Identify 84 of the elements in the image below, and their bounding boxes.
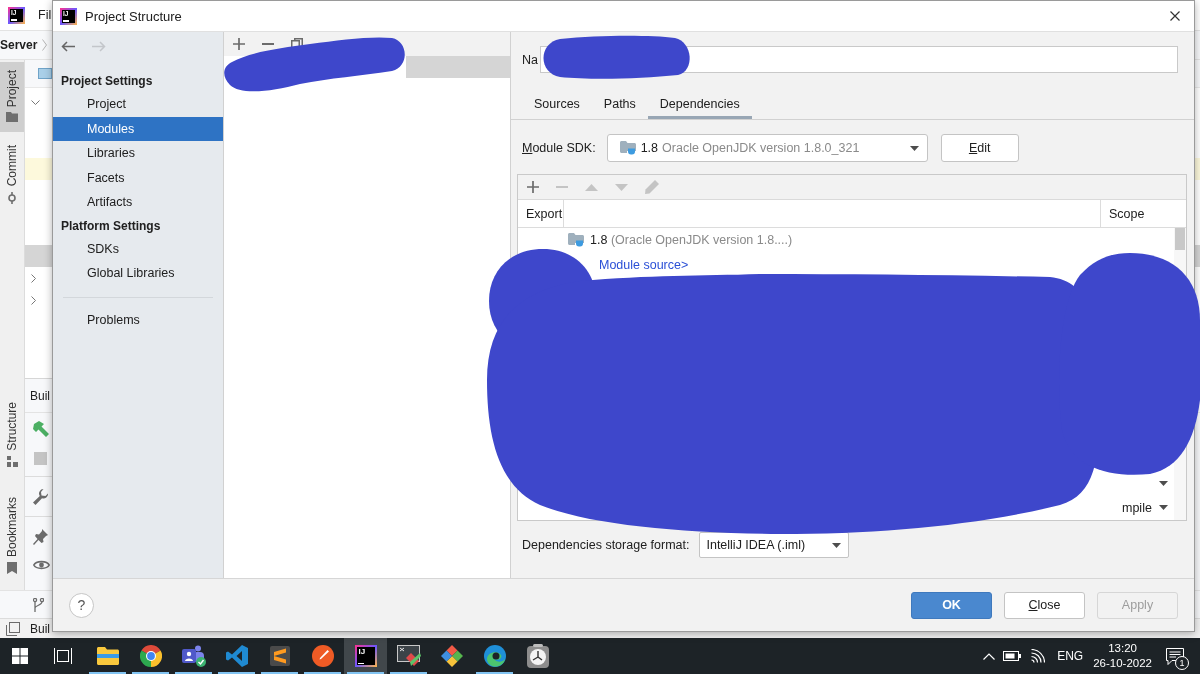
task-view-icon [54,648,72,664]
sidebar-item[interactable]: Project [53,92,223,117]
folder-icon [38,68,52,79]
close-icon[interactable] [1170,11,1180,21]
chevron-down-icon[interactable] [31,99,40,105]
plus-icon[interactable] [233,38,245,50]
scope-value[interactable]: mpile [1122,500,1152,515]
chevron-right-icon [42,39,48,51]
ribbon-icon [225,645,248,667]
eye-icon[interactable] [33,559,50,571]
chevron-right-icon[interactable] [31,273,36,283]
screen-check-icon [396,645,421,667]
date-text[interactable]: 26-10-2022 [1093,656,1152,671]
commit-icon [6,191,18,204]
hammer-icon[interactable] [33,421,49,437]
tab[interactable]: Paths [591,93,648,119]
menu-item[interactable]: Fil [38,8,52,22]
back-arrow-icon[interactable] [61,41,75,52]
section-heading: Project Settings [60,73,154,90]
sidebar-item[interactable]: SDKs [53,236,223,261]
breadcrumb[interactable]: Server [0,38,38,52]
taskbar-button[interactable]: IJ [344,638,387,674]
sdk-dropdown[interactable]: 1.8 Oracle OpenJDK version 1.8.0_321 [606,134,928,162]
caret-down-icon[interactable] [1159,505,1168,511]
segmented-circle-icon [139,645,162,667]
sidebar-item[interactable]: Global Libraries [53,261,223,286]
column-header[interactable]: Export [518,200,564,227]
folder-icon [619,141,636,155]
notification-icon[interactable] [1166,647,1184,665]
language-indicator[interactable]: ENG [1057,649,1084,663]
section-heading: Platform Settings [60,217,162,235]
sidebar-item[interactable]: Modules [53,116,223,141]
plus-icon[interactable] [527,181,539,193]
help-button[interactable]: ? [69,592,94,618]
folder-icon [96,647,119,665]
time-text[interactable]: 13:20 [1108,641,1137,656]
status-message: Buil [30,621,50,636]
wrench-icon[interactable] [33,489,48,505]
people-check-icon [181,645,206,667]
field-label: Module SDK: [522,141,596,155]
caret-down-icon[interactable] [1159,480,1168,486]
wifi-icon[interactable] [1029,649,1046,663]
notification-count: 1 [1175,655,1189,670]
structure-icon [6,455,18,467]
clock-icon [526,644,549,668]
pin-icon[interactable] [33,529,48,545]
bookmark-icon [7,562,17,574]
windows-logo-icon [12,648,28,664]
tab[interactable]: Dependencies [647,93,752,119]
dialog-button[interactable]: Close [1004,591,1085,619]
folder-icon [6,112,18,123]
stripes-tile-icon [269,646,290,666]
diamond-icon [440,645,463,667]
edit-button[interactable]: Edit [940,134,1019,162]
field-label: Dependencies storage format: [522,538,690,552]
dependency-label[interactable]: 1.8 (Oracle OpenJDK version 1.8....) [590,233,793,248]
sidebar-item[interactable]: Artifacts [53,190,223,215]
battery-icon[interactable] [1003,651,1022,661]
tool-window-tab[interactable]: Structure [0,394,24,477]
caret-down-icon[interactable] [832,542,842,548]
dependency-label[interactable]: Module source> [599,257,689,272]
folder-icon [568,233,584,248]
sidebar-item[interactable]: Facets [53,165,223,190]
tool-window-tab[interactable]: Commit [0,137,24,214]
scrollbar-thumb[interactable] [1175,228,1185,250]
column-header[interactable]: Scope [1101,200,1174,227]
chevron-up-icon[interactable] [983,652,996,660]
panel-icon[interactable] [6,621,20,636]
branch-icon[interactable] [33,597,44,612]
dialog-title: Project Structure [85,8,182,24]
field-label: Na [522,52,538,67]
dialog-button[interactable]: OK [911,591,992,619]
chevron-right-icon[interactable] [31,295,36,305]
tool-window-tab[interactable]: Buil [30,388,50,403]
sidebar-item[interactable]: Problems [53,307,223,332]
slash-disc-icon [311,645,334,667]
swirl-icon [483,645,506,667]
sidebar-item[interactable]: Libraries [53,141,223,166]
caret-down-icon[interactable] [909,145,919,151]
tool-window-tab[interactable]: Bookmarks [0,488,24,584]
format-dropdown[interactable]: IntelliJ IDEA (.iml) [699,532,850,558]
tool-window-tab[interactable]: Project [0,62,24,133]
app-logo: IJ [354,645,377,667]
tab[interactable]: Sources [522,93,592,119]
